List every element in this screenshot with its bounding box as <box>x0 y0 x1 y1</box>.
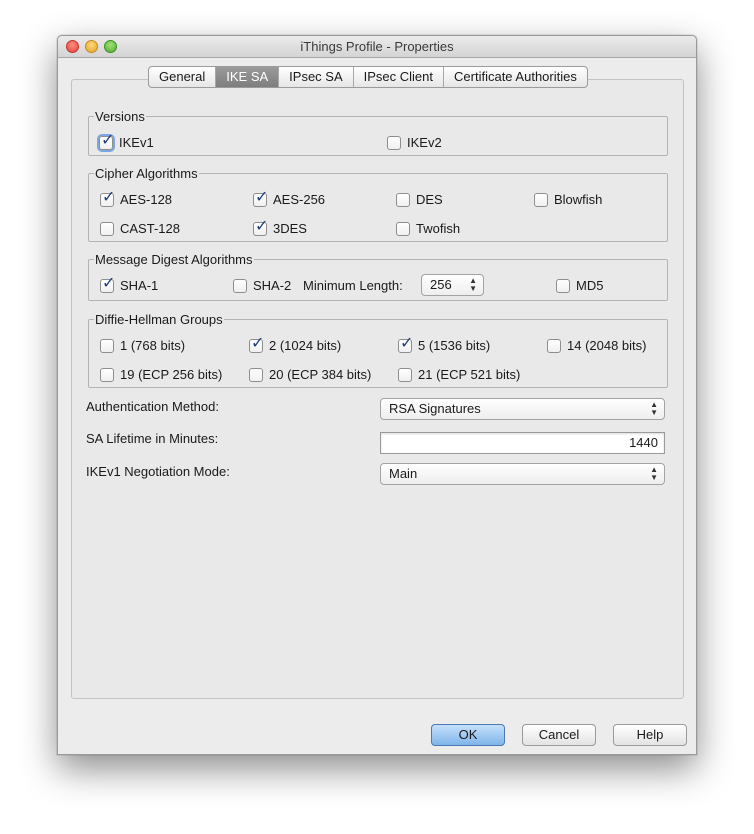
check-icon: ✓ <box>255 188 269 206</box>
aes256-checkbox[interactable]: ✓ AES-256 <box>253 188 326 207</box>
dh-group-5-label: 5 (1536 bits) <box>418 338 491 353</box>
des-label: DES <box>416 192 443 207</box>
dh-group-21-checkbox[interactable]: 21 (ECP 521 bits) <box>398 367 520 382</box>
ike-sa-panel: Versions ✓ IKEv1 IKEv2 Cipher Algorithms… <box>71 79 684 699</box>
check-icon: ✓ <box>101 131 115 149</box>
cast128-label: CAST-128 <box>120 221 180 236</box>
chevron-updown-icon: ▲ ▼ <box>650 465 658 482</box>
aes128-box[interactable]: ✓ <box>100 188 116 207</box>
chevron-updown-icon: ▲ ▼ <box>650 400 658 417</box>
des-box[interactable] <box>396 192 410 207</box>
twofish-checkbox[interactable]: Twofish <box>396 221 460 236</box>
blowfish-label: Blowfish <box>554 192 603 207</box>
dh-legend: Diffie-Hellman Groups <box>95 312 223 327</box>
tab-ipsec-client[interactable]: IPsec Client <box>354 67 445 87</box>
des-checkbox[interactable]: DES <box>396 192 443 207</box>
dh-group-21-box[interactable] <box>398 367 412 382</box>
properties-window: iThings Profile - Properties General IKE… <box>57 35 697 755</box>
sa-lifetime-field[interactable]: 1440 <box>380 432 665 454</box>
auth-method-select[interactable]: RSA Signatures ▲ ▼ <box>380 398 665 420</box>
window-title: iThings Profile - Properties <box>300 39 454 54</box>
aes128-checkbox[interactable]: ✓ AES-128 <box>100 188 173 207</box>
sa-lifetime-label: SA Lifetime in Minutes: <box>86 431 219 446</box>
versions-legend: Versions <box>95 109 145 124</box>
ikev2-box[interactable] <box>387 135 401 150</box>
ikev2-checkbox[interactable]: IKEv2 <box>387 135 442 150</box>
dh-group-14-checkbox[interactable]: 14 (2048 bits) <box>547 338 647 353</box>
sha1-checkbox[interactable]: ✓ SHA-1 <box>100 274 159 293</box>
title-bar: iThings Profile - Properties <box>58 36 696 58</box>
dh-group-5-checkbox[interactable]: ✓ 5 (1536 bits) <box>398 334 491 353</box>
check-icon: ✓ <box>102 188 116 206</box>
dh-group-1-box[interactable] <box>100 338 114 353</box>
md5-label: MD5 <box>576 278 604 293</box>
md5-box[interactable] <box>556 278 570 293</box>
negotiation-mode-value: Main <box>389 466 418 481</box>
dh-group-2-box[interactable]: ✓ <box>249 334 265 353</box>
cancel-button[interactable]: Cancel <box>522 724 596 746</box>
digest-legend: Message Digest Algorithms <box>95 252 253 267</box>
ikev1-label: IKEv1 <box>119 135 154 150</box>
tab-ike-sa[interactable]: IKE SA <box>216 67 280 87</box>
dh-group-1-checkbox[interactable]: 1 (768 bits) <box>100 338 185 353</box>
3des-checkbox[interactable]: ✓ 3DES <box>253 217 307 236</box>
md5-checkbox[interactable]: MD5 <box>556 278 603 293</box>
dh-group-20-box[interactable] <box>249 367 263 382</box>
tab-bar: General IKE SA IPsec SA IPsec Client Cer… <box>148 66 588 88</box>
message-digest-group: Message Digest Algorithms <box>88 252 668 301</box>
ikev2-label: IKEv2 <box>407 135 442 150</box>
sha1-box[interactable]: ✓ <box>100 274 116 293</box>
dh-group-19-label: 19 (ECP 256 bits) <box>120 367 223 382</box>
negotiation-mode-select[interactable]: Main ▲ ▼ <box>380 463 665 485</box>
dh-group-14-box[interactable] <box>547 338 561 353</box>
check-icon: ✓ <box>255 217 269 235</box>
dh-group-1-label: 1 (768 bits) <box>120 338 186 353</box>
dh-group-20-label: 20 (ECP 384 bits) <box>269 367 372 382</box>
sha1-label: SHA-1 <box>120 278 159 293</box>
min-length-value: 256 <box>430 277 452 292</box>
twofish-box[interactable] <box>396 221 410 236</box>
3des-box[interactable]: ✓ <box>253 217 269 236</box>
twofish-label: Twofish <box>416 221 461 236</box>
dh-group-19-box[interactable] <box>100 367 114 382</box>
tab-ipsec-sa[interactable]: IPsec SA <box>279 67 354 87</box>
sha2-box[interactable] <box>233 278 247 293</box>
aes256-box[interactable]: ✓ <box>253 188 269 207</box>
help-button[interactable]: Help <box>613 724 687 746</box>
cipher-legend: Cipher Algorithms <box>95 166 198 181</box>
blowfish-checkbox[interactable]: Blowfish <box>534 192 602 207</box>
stepper-arrows-icon[interactable]: ▲ ▼ <box>469 277 477 293</box>
cast128-checkbox[interactable]: CAST-128 <box>100 221 180 236</box>
dh-group-14-label: 14 (2048 bits) <box>567 338 647 353</box>
versions-group: Versions <box>88 109 668 156</box>
dh-group-20-checkbox[interactable]: 20 (ECP 384 bits) <box>249 367 371 382</box>
ikev1-box[interactable]: ✓ <box>99 131 115 150</box>
check-icon: ✓ <box>251 334 265 352</box>
ok-button[interactable]: OK <box>431 724 505 746</box>
aes128-label: AES-128 <box>120 192 173 207</box>
dh-group-5-box[interactable]: ✓ <box>398 334 414 353</box>
dh-group-2-checkbox[interactable]: ✓ 2 (1024 bits) <box>249 334 342 353</box>
auth-method-label: Authentication Method: <box>86 399 219 414</box>
aes256-label: AES-256 <box>273 192 326 207</box>
tab-certificate-authorities[interactable]: Certificate Authorities <box>444 67 587 87</box>
auth-method-value: RSA Signatures <box>389 401 481 416</box>
cast128-box[interactable] <box>100 221 114 236</box>
dh-group-21-label: 21 (ECP 521 bits) <box>418 367 521 382</box>
min-length-label: Minimum Length: <box>303 278 403 293</box>
sha2-checkbox[interactable]: SHA-2 <box>233 278 291 293</box>
blowfish-box[interactable] <box>534 192 548 207</box>
dh-group-19-checkbox[interactable]: 19 (ECP 256 bits) <box>100 367 222 382</box>
tab-general[interactable]: General <box>149 67 217 87</box>
check-icon: ✓ <box>102 274 116 292</box>
negotiation-mode-label: IKEv1 Negotiation Mode: <box>86 464 230 479</box>
sha2-label: SHA-2 <box>253 278 292 293</box>
3des-label: 3DES <box>273 221 307 236</box>
min-length-stepper[interactable]: 256 ▲ ▼ <box>421 274 484 296</box>
ikev1-checkbox[interactable]: ✓ IKEv1 <box>99 131 154 150</box>
check-icon: ✓ <box>400 334 414 352</box>
dh-group-2-label: 2 (1024 bits) <box>269 338 342 353</box>
